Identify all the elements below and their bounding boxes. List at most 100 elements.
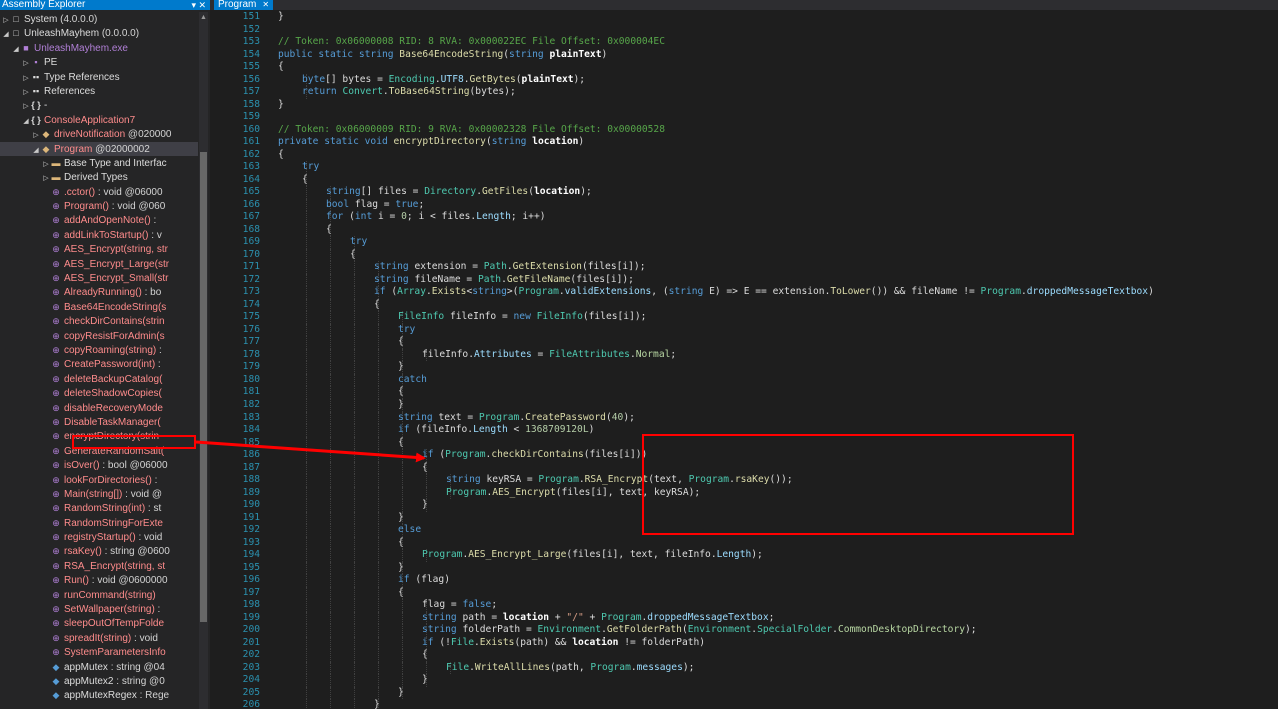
tree-item[interactable]: ▷ ▬ Base Type and Interfac xyxy=(0,156,198,170)
tree-item[interactable]: ⊕ SystemParametersInfo xyxy=(0,645,198,659)
code-token: Path xyxy=(477,273,502,285)
tree-item[interactable]: ⊕ addAndOpenNote() : xyxy=(0,213,198,227)
tree-item[interactable]: ⊕ SetWallpaper(string) : xyxy=(0,602,198,616)
code-token: { xyxy=(278,61,284,73)
indent-guide xyxy=(354,699,355,709)
line-number: 203 xyxy=(242,661,260,673)
collapse-arrow-icon[interactable]: ◢ xyxy=(12,43,20,55)
tree-item[interactable]: ⊕ spreadIt(string) : void xyxy=(0,631,198,645)
indent-guide xyxy=(306,424,307,437)
tree-item[interactable]: ⊕ DisableTaskManager( xyxy=(0,415,198,429)
tree-item[interactable]: ⊕ copyRoaming(string) : xyxy=(0,343,198,357)
code-token: byte xyxy=(302,73,326,85)
tree-item[interactable]: ◢ ◆ Program @02000002 xyxy=(0,141,198,156)
expand-arrow-icon[interactable]: ▷ xyxy=(22,57,30,69)
tree-item[interactable]: ▷ ▪▪ Type References xyxy=(0,70,198,84)
indent-guide xyxy=(354,661,355,675)
code-text: if (fileInfo.Length < 1368709120L) xyxy=(398,424,594,437)
tree-item[interactable]: ⊕ registryStartup() : void xyxy=(0,530,198,544)
panel-options-close-icon[interactable]: ▾ ✕ xyxy=(191,0,206,10)
collapse-arrow-icon[interactable]: ◢ xyxy=(32,144,40,156)
code-token: // Token: 0x06000008 RID: 8 RVA: 0x00002… xyxy=(278,36,665,48)
code-token: Array xyxy=(397,286,426,298)
expand-arrow-icon[interactable]: ▷ xyxy=(2,14,10,26)
expand-arrow-icon[interactable]: ▷ xyxy=(32,129,40,141)
indent-guide xyxy=(378,348,379,362)
tree-item-signature: : void @06000 xyxy=(95,186,163,198)
tree-item[interactable]: ▷ ▪ PE xyxy=(0,55,198,69)
tree-item[interactable]: ▷{ } - xyxy=(0,98,198,112)
tree-item[interactable]: ⊕ AlreadyRunning() : bo xyxy=(0,285,198,299)
tree-item[interactable]: ◆ appMutex : string @04 xyxy=(0,660,198,674)
tree-item[interactable]: ◢ ■ UnleashMayhem.exe xyxy=(0,41,198,55)
tree-item[interactable]: ⊕ deleteShadowCopies( xyxy=(0,386,198,400)
indent-guide xyxy=(378,561,379,575)
method-icon: ⊕ xyxy=(52,532,60,543)
tree-item[interactable]: ▷ ▬ Derived Types xyxy=(0,170,198,184)
tree-item[interactable]: ⊕ .cctor() : void @06000 xyxy=(0,185,198,199)
tree-scrollbar[interactable]: ▲ xyxy=(199,12,208,709)
tree-item[interactable]: ▷ ◆ driveNotification @020000 xyxy=(0,127,198,141)
tree-item[interactable]: ◆ appMutex2 : string @0 xyxy=(0,674,198,688)
code-token: { xyxy=(350,248,356,260)
code-token: fileInfo. xyxy=(422,348,474,360)
line-number: 183 xyxy=(242,411,260,423)
tree-item[interactable]: ◆ appMutexRegex : Rege xyxy=(0,688,198,702)
expand-arrow-icon[interactable]: ▷ xyxy=(22,100,30,112)
code-line: 178 fileInfo.Attributes = FileAttributes.… xyxy=(230,348,1278,362)
tree-item[interactable]: ⊕ RandomStringForExte xyxy=(0,516,198,530)
tree-item-signature: : xyxy=(154,604,161,616)
line-number: 197 xyxy=(242,586,260,598)
code-token: SpecialFolder xyxy=(757,624,833,636)
code-text: private static void encryptDirectory(str… xyxy=(278,136,584,149)
scroll-up-icon[interactable]: ▲ xyxy=(200,14,207,21)
tree-item[interactable]: ⊕ copyResistForAdmin(s xyxy=(0,329,198,343)
tree-item[interactable]: ⊕ addLinkToStartup() : v xyxy=(0,228,198,242)
code-line: 157 return Convert.ToBase64String(bytes); xyxy=(230,86,1278,99)
tree-item[interactable]: ⊕ Base64EncodeString(s xyxy=(0,300,198,314)
indent-guide xyxy=(306,223,307,237)
tree-item[interactable]: ⊕ runCommand(string) xyxy=(0,588,198,602)
tree-item[interactable]: ⊕ sleepOutOfTempFolde xyxy=(0,616,198,630)
close-icon[interactable]: ✕ xyxy=(262,0,269,9)
tree-item[interactable]: ⊕ deleteBackupCatalog( xyxy=(0,372,198,386)
tree-item[interactable]: ◢ □ UnleashMayhem (0.0.0.0) xyxy=(0,26,198,40)
scrollbar-thumb[interactable] xyxy=(200,152,207,622)
tree-item-name: deleteShadowCopies( xyxy=(64,388,162,400)
code-editor[interactable]: 151} 152 153// Token: 0x06000008 RID: 8 RV… xyxy=(210,10,1278,709)
expand-arrow-icon[interactable]: ▷ xyxy=(22,72,30,84)
code-line: 160 // Token: 0x06000009 RID: 9 RVA: 0x00… xyxy=(230,124,1278,137)
method-icon: ⊕ xyxy=(52,647,60,658)
expand-arrow-icon[interactable]: ▷ xyxy=(22,86,30,98)
tree-item[interactable]: ⊕ CreatePassword(int) : xyxy=(0,357,198,371)
tree-item[interactable]: ⊕ AES_Encrypt_Small(str xyxy=(0,271,198,285)
tree-item[interactable]: ⊕ checkDirContains(strin xyxy=(0,314,198,328)
code-token: { xyxy=(422,649,428,661)
tab-program[interactable]: Program ✕ xyxy=(214,0,274,10)
line-number: 163 xyxy=(242,161,260,173)
expand-arrow-icon[interactable]: ▷ xyxy=(42,158,50,170)
collapse-arrow-icon[interactable]: ◢ xyxy=(22,115,30,127)
tree-item-signature: : string @04 xyxy=(107,661,165,673)
indent-guide xyxy=(354,398,355,412)
indent-guide xyxy=(378,436,379,450)
tree-item[interactable]: ⊕ disableRecoveryMode xyxy=(0,401,198,415)
tree-item[interactable]: ◢{ } ConsoleApplication7 xyxy=(0,113,198,127)
tree-item[interactable]: ▷ ▪▪ References xyxy=(0,84,198,98)
tree-item[interactable]: ▷ □ System (4.0.0.0) xyxy=(0,12,198,26)
tree-item[interactable]: ⊕ isOver() : bool @06000 xyxy=(0,458,198,472)
collapse-arrow-icon[interactable]: ◢ xyxy=(2,28,10,40)
tree-item[interactable]: ⊕ RandomString(int) : st xyxy=(0,501,198,515)
tree-item[interactable]: ⊕ AES_Encrypt(string, str xyxy=(0,242,198,256)
tree-item[interactable]: ⊕ RSA_Encrypt(string, st xyxy=(0,559,198,573)
indent-guide xyxy=(426,474,427,487)
code-token: string xyxy=(446,474,487,486)
tree-item-signature: (0.0.0.0) xyxy=(99,28,140,40)
tree-item[interactable]: ⊕ Main(string[]) : void @ xyxy=(0,487,198,501)
tree-item[interactable]: ⊕ Run() : void @0600000 xyxy=(0,573,198,587)
tree-item[interactable]: ⊕ lookForDirectories() : xyxy=(0,473,198,487)
tree-item[interactable]: ⊕ Program() : void @060 xyxy=(0,199,198,213)
expand-arrow-icon[interactable]: ▷ xyxy=(42,172,50,184)
tree-item[interactable]: ⊕ rsaKey() : string @0600 xyxy=(0,544,198,558)
tree-item[interactable]: ⊕ AES_Encrypt_Large(str xyxy=(0,257,198,271)
